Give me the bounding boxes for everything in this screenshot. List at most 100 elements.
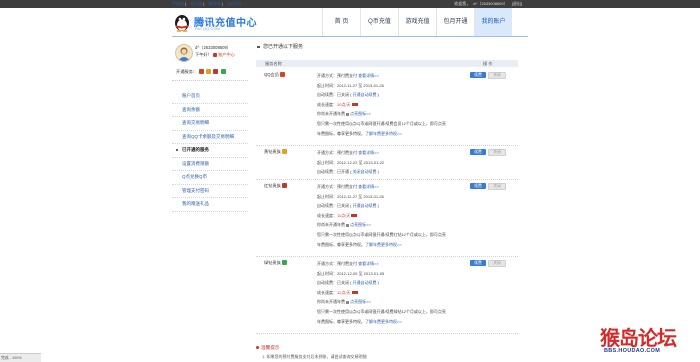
view-details-link[interactable]: 查看详情>> — [358, 73, 379, 78]
sidebar-item-gifts[interactable]: 我的赠送礼品 — [172, 198, 248, 212]
annual-privileges-link[interactable]: 了解年费更多特权>> — [365, 131, 402, 136]
watermark-url: BBS.HOUDAO.COM — [604, 348, 661, 354]
service-row-yellow-diamond: 黄钻贵族 开通方式：预付费支付 查看详情>> 起止时间：2012-12-22 至… — [256, 146, 518, 180]
detail-text: 开通方式：预付费支付 — [317, 184, 359, 189]
renew-button[interactable]: 续费 — [470, 183, 486, 189]
sidebar-item-qq-card[interactable]: 查询QQ卡余额及交易明细 — [172, 131, 248, 144]
col-actions: 操 作 — [483, 61, 493, 66]
growth-speed: 11点/天 — [337, 212, 351, 218]
nav-my-account[interactable]: 我的账户 — [474, 8, 512, 36]
detail-text: ) — [376, 280, 380, 286]
detail-period: 起止时间：2012-11-27 至 2013-01-26 — [317, 82, 384, 88]
detail-growth: 成长速度：10点/天 — [317, 100, 467, 110]
detail-text: ) — [376, 169, 380, 175]
tips-title: 温馨提示 — [256, 345, 279, 351]
light-icon-link[interactable]: 点亮图标>> — [350, 222, 371, 227]
service-actions: 续费 关闭 — [470, 149, 508, 156]
green-diamond-icon — [281, 260, 287, 266]
section-title: 您已开通以下服务 — [256, 42, 528, 52]
sidebar-item-opened-services[interactable]: 已开通的服务 — [172, 144, 248, 158]
service-actions: 续费 关闭 — [470, 72, 508, 79]
view-details-link[interactable]: 查看详情>> — [358, 150, 379, 155]
service-name: 绿钻贵族 — [264, 260, 287, 266]
yellow-diamond-icon[interactable] — [206, 69, 212, 75]
detail-auto-renew: 自动续费：已开通 ( 关闭自动续费 ) — [317, 167, 467, 177]
greeting-text: 下午好！ — [195, 52, 212, 57]
detail-annual-info: 您只需一次性使用Q点/Q币或网银开通/续费会员12个月或以上，即可点亮 — [317, 120, 446, 126]
close-service-button[interactable]: 关闭 — [488, 72, 506, 79]
top-link-mobile[interactable]: 手机版 — [172, 1, 184, 6]
user-box: d^（2633008609） 下午好！ 账户中心 开通服务： — [172, 40, 248, 81]
service-details: 开通方式：预付费支付 查看详情>> 起止时间：2012-12-22 至 2013… — [317, 148, 467, 177]
renew-button[interactable]: 续费 — [470, 260, 486, 266]
sidebar-item-spend-limit[interactable]: 设置消费限额 — [172, 158, 248, 171]
top-link-forum[interactable]: 论坛版 — [190, 1, 202, 6]
sidebar-item-balance[interactable]: 查询余额 — [172, 104, 248, 117]
opened-services-row: 开通服务： — [176, 69, 226, 75]
sidebar-item-transactions[interactable]: 查询交易明细 — [172, 117, 248, 131]
red-diamond-icon[interactable] — [213, 69, 219, 75]
nav-game-recharge[interactable]: 游戏充值 — [398, 8, 436, 36]
detail-text: 成长速度： — [317, 212, 337, 218]
service-actions: 续费 关闭 — [470, 183, 508, 190]
service-actions: 续费 关闭 — [470, 260, 508, 267]
detail-annual-more: 年费图标，尊享更多特权。了解年费更多特权>> — [317, 317, 467, 327]
detail-text: 你尚未开通年费 — [317, 222, 347, 228]
enable-auto-renew-link[interactable]: 开通自动续费 — [353, 280, 377, 285]
close-service-button[interactable]: 关闭 — [488, 149, 506, 156]
detail-annual: 你尚未开通年费 点亮图标>> — [317, 109, 467, 119]
top-link-qzone[interactable]: QQ空间 — [227, 1, 241, 6]
close-service-button[interactable]: 关闭 — [488, 260, 506, 267]
annual-privileges-link[interactable]: 了解年费更多特权>> — [365, 242, 402, 247]
sidebar-item-pay-password[interactable]: 管理支付密码 — [172, 185, 248, 198]
top-link-tencent[interactable]: 腾讯网 — [209, 1, 221, 6]
detail-annual-info: 您只需一次性使用Q点/Q币或网银开通/续费红钻12个月或以上，即可点亮 — [317, 231, 446, 237]
detail-period: 起止时间：2012-12-22 至 2013-01-22 — [317, 159, 385, 165]
qq-vip-icon — [279, 72, 285, 78]
detail-text: ) — [376, 203, 380, 209]
annual-privileges-link[interactable]: 了解年费更多特权>> — [365, 319, 402, 324]
welcome-user: d^（2633008609） — [473, 1, 508, 6]
enable-auto-renew-link[interactable]: 开通自动续费 — [353, 203, 377, 208]
site-header: 腾讯充值中心 PAY.QQ.COM 首 页 Q币充值 游戏充值 包月开通 我的账… — [0, 8, 700, 36]
service-details: 开通方式：预付费支付 查看详情>> 起止时间：2012-11-27 至 2013… — [317, 182, 467, 249]
account-center-link[interactable]: 账户中心 — [218, 52, 235, 57]
logo-subtitle: PAY.QQ.COM — [195, 26, 220, 31]
logout-link[interactable]: [退出] — [512, 1, 522, 6]
close-service-button[interactable]: 关闭 — [488, 183, 506, 190]
nav-monthly[interactable]: 包月开通 — [436, 8, 474, 36]
detail-pay-method: 开通方式：预付费支付 查看详情>> — [317, 71, 467, 81]
green-diamond-icon[interactable] — [220, 69, 226, 75]
renew-button[interactable]: 续费 — [470, 149, 486, 155]
service-name: 黄钻贵族 — [264, 149, 287, 155]
service-name: 红钻贵族 — [264, 183, 287, 189]
penguin-logo-icon — [175, 15, 189, 32]
detail-auto-renew: 自动续费：已关闭 ( 开通自动续费 ) — [317, 90, 467, 100]
detail-auto-renew: 自动续费：已关闭 ( 开通自动续费 ) — [317, 278, 467, 288]
view-details-link[interactable]: 查看详情>> — [358, 261, 379, 266]
site-logo[interactable]: 腾讯充值中心 PAY.QQ.COM — [172, 12, 257, 32]
growth-speed: 10点/天 — [337, 101, 351, 107]
nav-home[interactable]: 首 页 — [322, 8, 360, 36]
detail-text: 开通方式：预付费支付 — [317, 150, 359, 155]
sidebar-item-qpoint-exchange[interactable]: Q点兑换Q币 — [172, 171, 248, 185]
enable-auto-renew-link[interactable]: 开通自动续费 — [353, 92, 377, 97]
avatar[interactable] — [175, 44, 193, 62]
light-icon-link[interactable]: 点亮图标>> — [350, 111, 371, 116]
detail-text: 成长速度： — [317, 289, 337, 295]
detail-text: 你尚未开通年费 — [317, 111, 347, 117]
qq-vip-icon[interactable] — [199, 69, 205, 75]
detail-growth: 成长速度：12点/天 — [317, 288, 467, 298]
detail-annual-info: 您只需一次性使用Q点/Q币或网银开通/续费绿钻12个月或以上，即可点亮 — [317, 308, 446, 314]
growth-speed: 12点/天 — [337, 289, 351, 295]
main-nav: 首 页 Q币充值 游戏充值 包月开通 我的账户 — [322, 8, 512, 36]
nav-qb-recharge[interactable]: Q币充值 — [360, 8, 398, 36]
detail-annual: 你尚未开通年费 点亮图标>> — [317, 220, 467, 230]
view-details-link[interactable]: 查看详情>> — [358, 184, 379, 189]
renew-button[interactable]: 续费 — [470, 72, 486, 78]
top-bar: 手机版 | 论坛版 | 腾讯网 | QQ空间 欢迎您， d^（2633008609… — [0, 0, 700, 8]
light-icon-link[interactable]: 点亮图标>> — [350, 299, 371, 304]
annual-icon — [346, 112, 350, 116]
disable-auto-renew-link[interactable]: 关闭自动续费 — [353, 169, 377, 174]
sidebar-item-account-home[interactable]: 账户首页 — [172, 90, 248, 104]
